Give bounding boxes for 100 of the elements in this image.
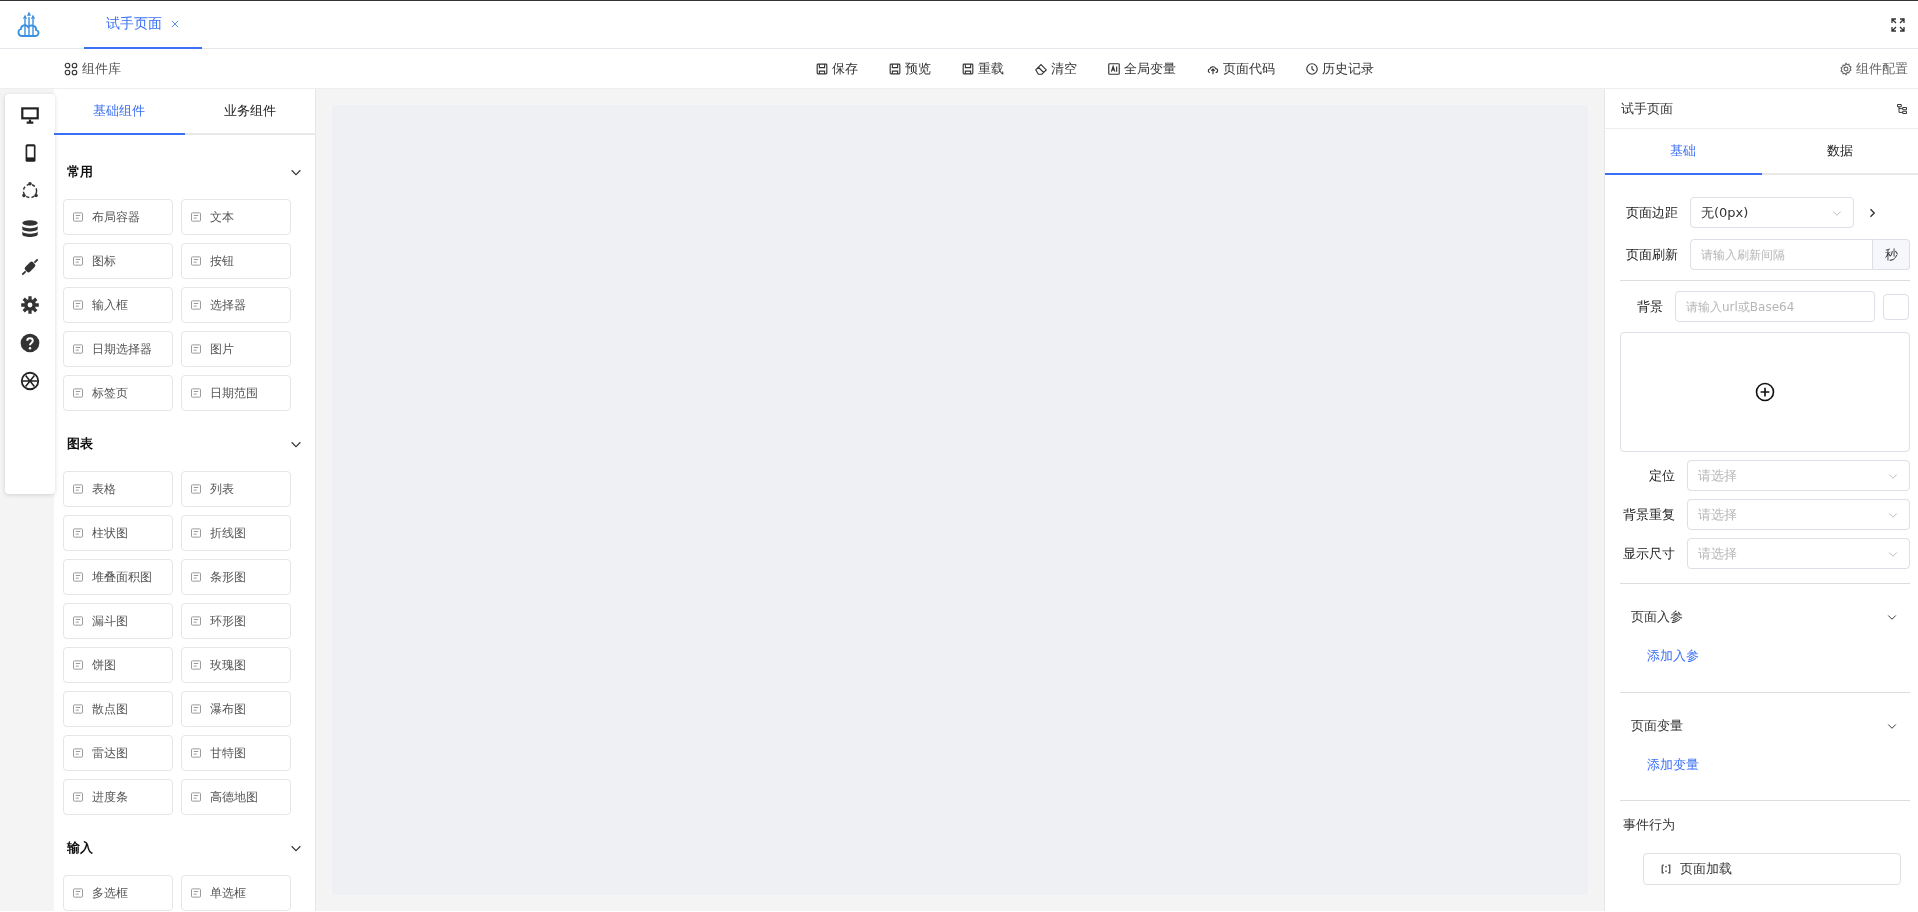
component-icon — [190, 343, 202, 355]
refresh-field[interactable]: 请输入刷新间隔 — [1690, 239, 1873, 270]
component-item[interactable]: 条形图 — [181, 559, 291, 595]
component-item[interactable]: 瀑布图 — [181, 691, 291, 727]
component-icon — [72, 387, 84, 399]
component-item[interactable]: 散点图 — [63, 691, 173, 727]
component-icon — [72, 571, 84, 583]
monitor-icon[interactable] — [19, 104, 41, 126]
component-icon — [190, 659, 202, 671]
field-label: 背景重复 — [1622, 505, 1676, 524]
background-field[interactable]: 请输入url或Base64 — [1675, 291, 1875, 322]
toolbar-button[interactable]: 页面代码 — [1200, 56, 1281, 81]
field-label: 页面刷新 — [1625, 245, 1679, 264]
section-title: 事件行为 — [1623, 816, 1676, 834]
section-title: 页面入参 — [1631, 608, 1683, 627]
component-icon — [72, 483, 84, 495]
component-item[interactable]: 高德地图 — [181, 779, 291, 815]
component-icon — [72, 791, 84, 803]
component-icon — [72, 343, 84, 355]
variable-icon — [1107, 61, 1121, 76]
component-item[interactable]: 文本 — [181, 199, 291, 235]
component-icon — [72, 703, 84, 715]
component-icon — [190, 615, 202, 627]
component-item[interactable]: 列表 — [181, 471, 291, 507]
component-item[interactable]: 堆叠面积图 — [63, 559, 173, 595]
add-link[interactable]: 添加变量 — [1647, 754, 1699, 774]
component-icon — [190, 527, 202, 539]
settings-icon[interactable] — [19, 294, 41, 316]
component-item[interactable]: 柱状图 — [63, 515, 173, 551]
component-icon — [72, 615, 84, 627]
component-item[interactable]: 雷达图 — [63, 735, 173, 771]
component-item[interactable]: 玫瑰图 — [181, 647, 291, 683]
group-title: 输入 — [67, 839, 93, 858]
panel-tab[interactable]: 基础 — [1605, 129, 1762, 175]
component-item[interactable]: 日期选择器 — [63, 331, 173, 367]
toolbar-button[interactable]: 保存 — [809, 56, 864, 81]
group-title: 常用 — [67, 163, 93, 182]
panel-title: 试手页面 — [1621, 99, 1673, 118]
save-icon — [961, 61, 975, 76]
component-item[interactable]: 折线图 — [181, 515, 291, 551]
toolbar-button[interactable]: 清空 — [1028, 56, 1083, 81]
clock-icon — [1305, 61, 1319, 76]
component-icon — [72, 211, 84, 223]
margin-select[interactable]: 无(0px) — [1690, 197, 1854, 228]
component-item[interactable]: 环形图 — [181, 603, 291, 639]
add-link[interactable]: 添加入参 — [1647, 646, 1699, 666]
plug-icon[interactable] — [19, 256, 41, 278]
component-item[interactable]: 多选框 — [63, 875, 173, 911]
config-button[interactable]: 组件配置 — [1833, 56, 1914, 81]
page-tab[interactable]: 试手页面 — [84, 0, 202, 49]
component-item[interactable]: 单选框 — [181, 875, 291, 911]
component-item[interactable]: 甘特图 — [181, 735, 291, 771]
component-icon — [72, 299, 84, 311]
section-title: 页面变量 — [1631, 716, 1683, 735]
component-item[interactable]: 日期范围 — [181, 375, 291, 411]
component-icon — [190, 703, 202, 715]
component-icon — [190, 571, 202, 583]
panel-tab[interactable]: 数据 — [1761, 129, 1918, 175]
toolbar-button[interactable]: 重载 — [955, 56, 1010, 81]
component-item[interactable]: 进度条 — [63, 779, 173, 815]
component-icon — [190, 211, 202, 223]
help-icon[interactable] — [19, 332, 41, 354]
component-icon — [190, 299, 202, 311]
component-icon — [72, 527, 84, 539]
toolbar-button[interactable]: 全局变量 — [1101, 56, 1182, 81]
component-icon — [190, 747, 202, 759]
eraser-icon — [1034, 61, 1048, 76]
component-item[interactable]: 表格 — [63, 471, 173, 507]
fullscreen-icon[interactable] — [1890, 16, 1906, 33]
group-title: 图表 — [67, 435, 93, 454]
palette-tab[interactable]: 基础组件 — [54, 89, 185, 135]
component-item[interactable]: 标签页 — [63, 375, 173, 411]
component-item[interactable]: 输入框 — [63, 287, 173, 323]
component-icon — [190, 791, 202, 803]
save-icon — [815, 61, 829, 76]
library-label: 组件库 — [82, 59, 121, 78]
save-icon — [888, 61, 902, 76]
field-label: 定位 — [1648, 466, 1676, 485]
toolbar-button[interactable]: 历史记录 — [1299, 56, 1380, 81]
close-icon[interactable] — [170, 18, 180, 29]
add-icon — [1755, 382, 1775, 402]
component-item[interactable]: 图片 — [181, 331, 291, 367]
database-icon[interactable] — [19, 218, 41, 240]
unit-label: 秒 — [1873, 239, 1910, 270]
grid-icon — [64, 61, 78, 76]
component-item[interactable]: 饼图 — [63, 647, 173, 683]
tree-icon[interactable] — [1896, 102, 1908, 115]
component-icon — [190, 887, 202, 899]
event-button[interactable]: 页面加载 — [1643, 852, 1901, 885]
settings-icon — [1839, 61, 1853, 76]
component-item[interactable]: 漏斗图 — [63, 603, 173, 639]
component-item[interactable]: 选择器 — [181, 287, 291, 323]
color-swatch[interactable] — [1883, 293, 1909, 320]
toolbar-button[interactable]: 预览 — [882, 56, 937, 81]
component-item[interactable]: 按钮 — [181, 243, 291, 279]
component-item[interactable]: 图标 — [63, 243, 173, 279]
component-icon — [190, 255, 202, 267]
component-item[interactable]: 布局容器 — [63, 199, 173, 235]
field-label: 页面边距 — [1625, 203, 1679, 222]
component-icon — [72, 887, 84, 899]
